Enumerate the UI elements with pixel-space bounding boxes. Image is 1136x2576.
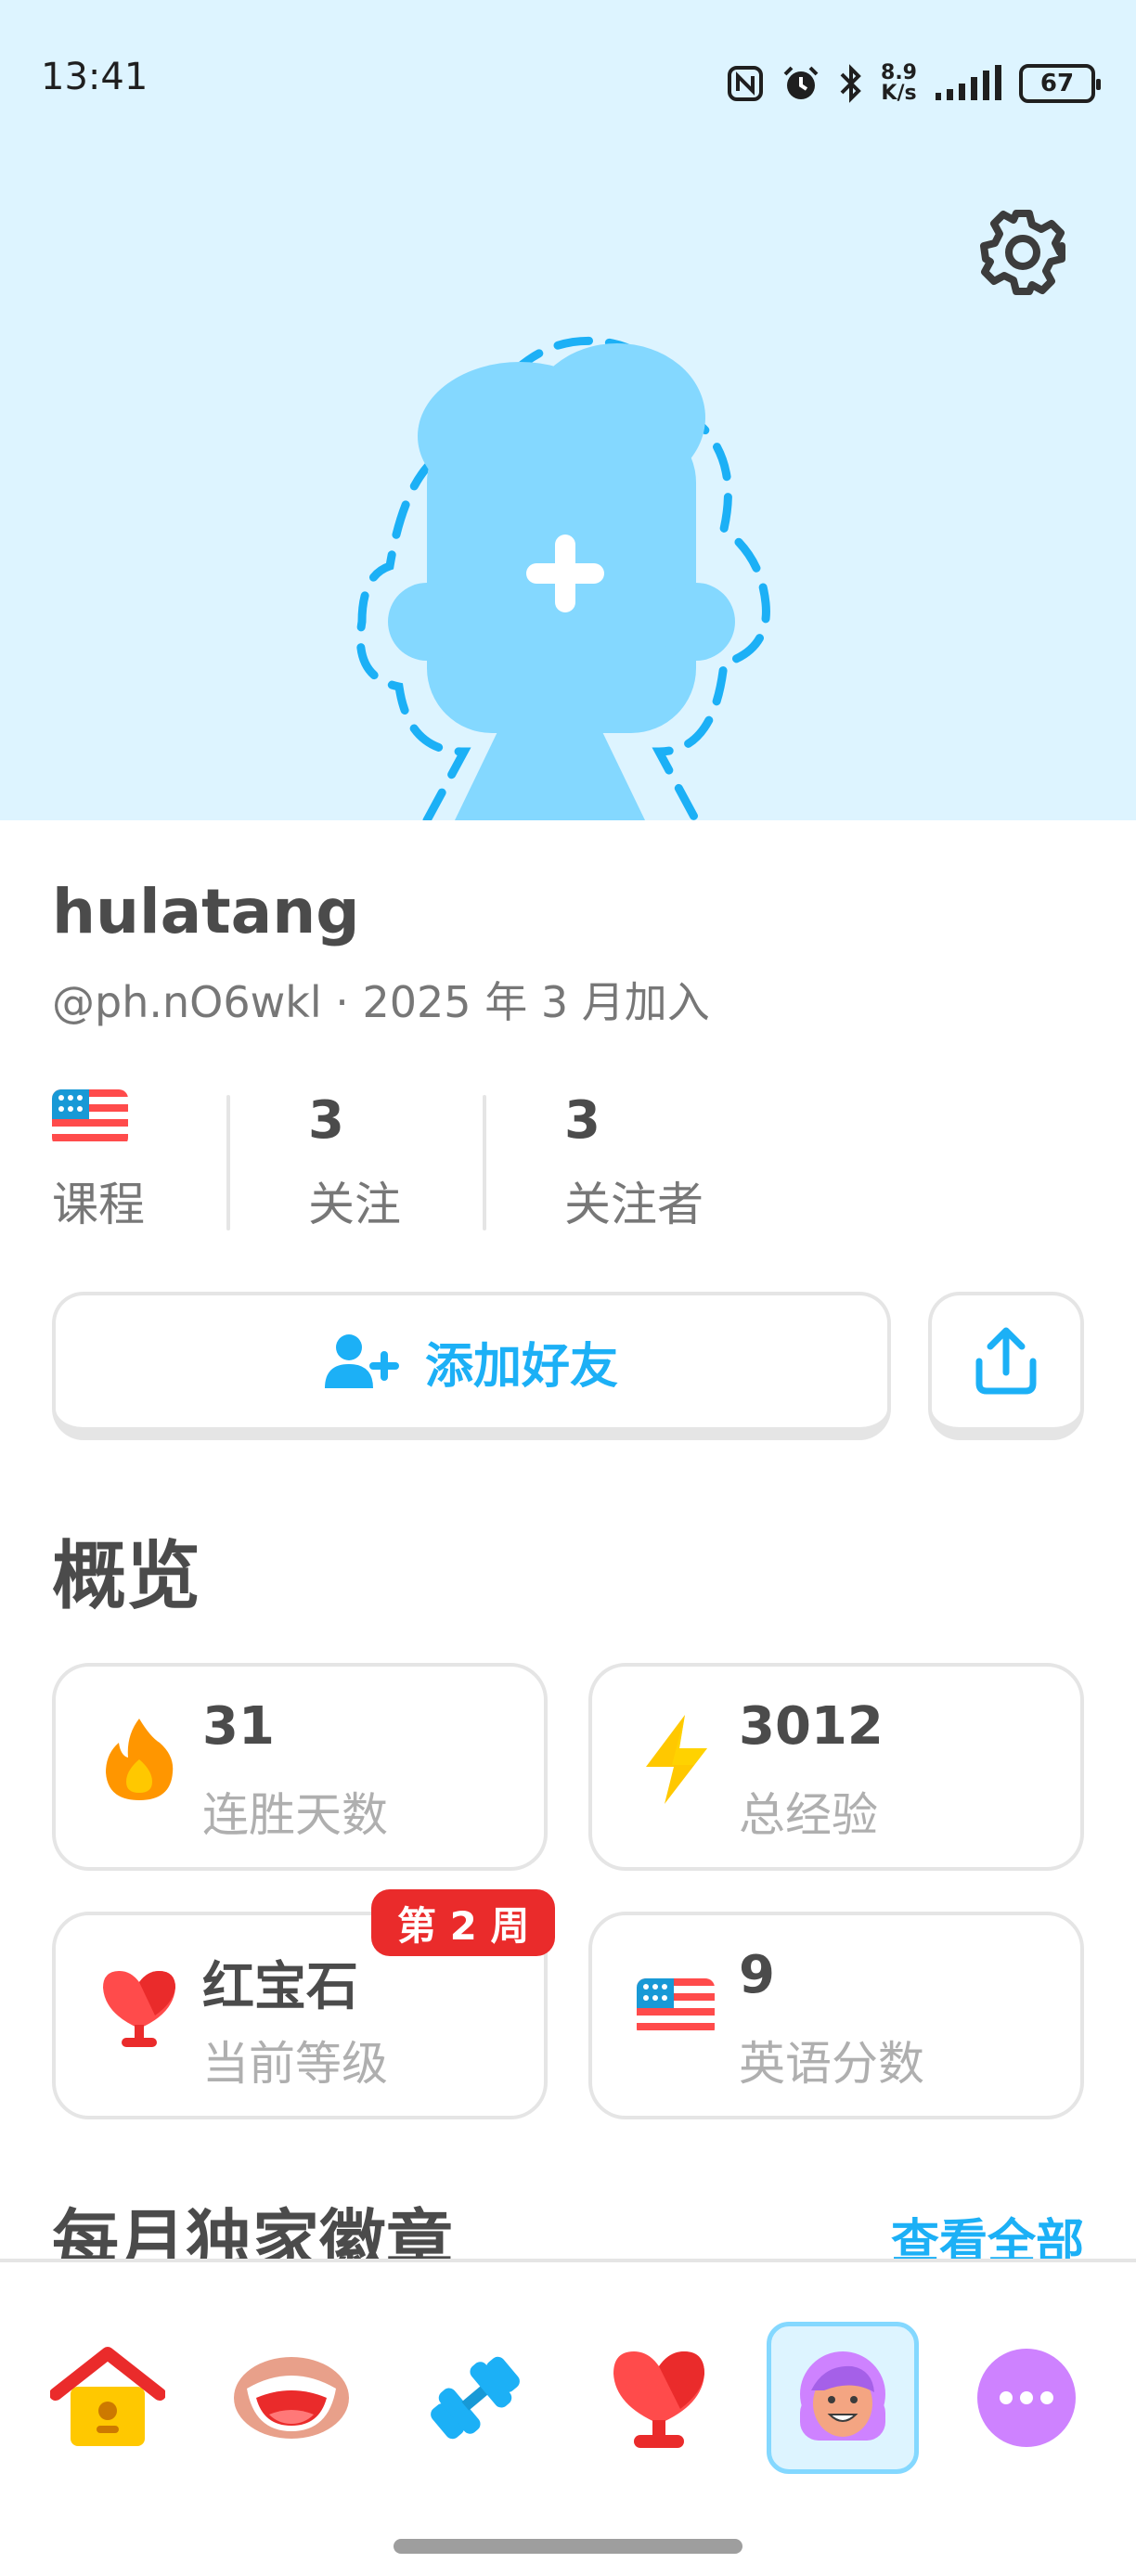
stat-followers-count: 3 [564, 1090, 600, 1151]
streak-card[interactable]: 31 连胜天数 [52, 1663, 548, 1871]
bottom-nav [0, 2259, 1136, 2576]
overview-title: 概览 [52, 1533, 200, 1619]
status-time: 13:41 [41, 56, 148, 98]
profile-display-name: hulatang [52, 876, 360, 947]
home-indicator[interactable] [394, 2539, 742, 2554]
stat-following-count: 3 [308, 1090, 344, 1151]
speaking-mouth-icon [234, 2357, 349, 2439]
stat-divider [226, 1095, 230, 1230]
add-friend-button[interactable]: 添加好友 [52, 1292, 891, 1440]
stat-course[interactable]: 课程 [52, 1084, 191, 1242]
streak-value: 31 [202, 1696, 275, 1757]
english-score-value: 9 [739, 1945, 775, 2005]
us-flag-icon [52, 1084, 191, 1158]
english-score-card[interactable]: 9 英语分数 [588, 1912, 1084, 2119]
stat-divider [483, 1095, 486, 1230]
nav-practice[interactable] [399, 2322, 551, 2474]
signal-icon [934, 65, 1002, 102]
total-xp-value: 3012 [739, 1696, 884, 1757]
add-avatar-button[interactable] [353, 316, 780, 820]
bluetooth-icon [838, 63, 864, 104]
battery-icon: 67 [1019, 64, 1101, 103]
nav-profile[interactable] [767, 2322, 919, 2474]
settings-button[interactable] [975, 204, 1071, 301]
network-speed: 8.9 K/s [881, 63, 917, 104]
alarm-icon [781, 63, 821, 104]
fire-icon [93, 1713, 186, 1806]
add-user-icon [324, 1334, 399, 1388]
add-avatar-placeholder-icon [355, 336, 770, 820]
profile-header: 13:41 8.9 K/s 67 [0, 0, 1136, 820]
english-score-label: 英语分数 [739, 2037, 924, 2091]
add-friend-label: 添加好友 [424, 1338, 618, 1395]
stat-following[interactable]: 3 关注 [308, 1084, 475, 1242]
nav-more[interactable] [950, 2322, 1103, 2474]
share-button[interactable] [928, 1292, 1084, 1440]
stat-followers-label: 关注者 [564, 1178, 704, 1231]
nav-leaderboard[interactable] [583, 2322, 735, 2474]
status-bar: 13:41 8.9 K/s 67 [0, 0, 1136, 158]
share-icon [975, 1327, 1037, 1395]
nav-home[interactable] [32, 2322, 184, 2474]
leaderboard-trophy-icon [613, 2351, 704, 2448]
practice-dumbbell-icon [431, 2356, 520, 2440]
status-icons: 8.9 K/s 67 [727, 58, 1101, 109]
streak-label: 连胜天数 [202, 1788, 388, 1842]
profile-avatar-icon [800, 2351, 885, 2441]
profile-stats: 课程 3 关注 3 关注者 [52, 1084, 1084, 1242]
more-icon [977, 2349, 1076, 2447]
league-value: 红宝石 [202, 1957, 358, 2017]
network-speed-unit: K/s [881, 82, 917, 105]
ruby-trophy-icon [93, 1962, 186, 2054]
total-xp-label: 总经验 [739, 1788, 878, 1842]
stat-following-label: 关注 [308, 1178, 401, 1231]
total-xp-card[interactable]: 3012 总经验 [588, 1663, 1084, 1871]
nfc-icon [727, 65, 764, 102]
league-week-badge: 第 2 周 [371, 1889, 556, 1956]
lightning-icon [629, 1713, 722, 1806]
league-label: 当前等级 [202, 2037, 388, 2091]
us-flag-icon [629, 1962, 722, 2054]
gear-icon [980, 210, 1065, 295]
profile-handle-join-date: @ph.nO6wkl · 2025 年 3 月加入 [52, 977, 710, 1027]
stat-course-label: 课程 [52, 1178, 145, 1231]
nav-speaking[interactable] [215, 2322, 368, 2474]
home-icon [50, 2347, 165, 2446]
network-speed-value: 8.9 [881, 61, 917, 84]
stat-followers[interactable]: 3 关注者 [564, 1084, 768, 1242]
